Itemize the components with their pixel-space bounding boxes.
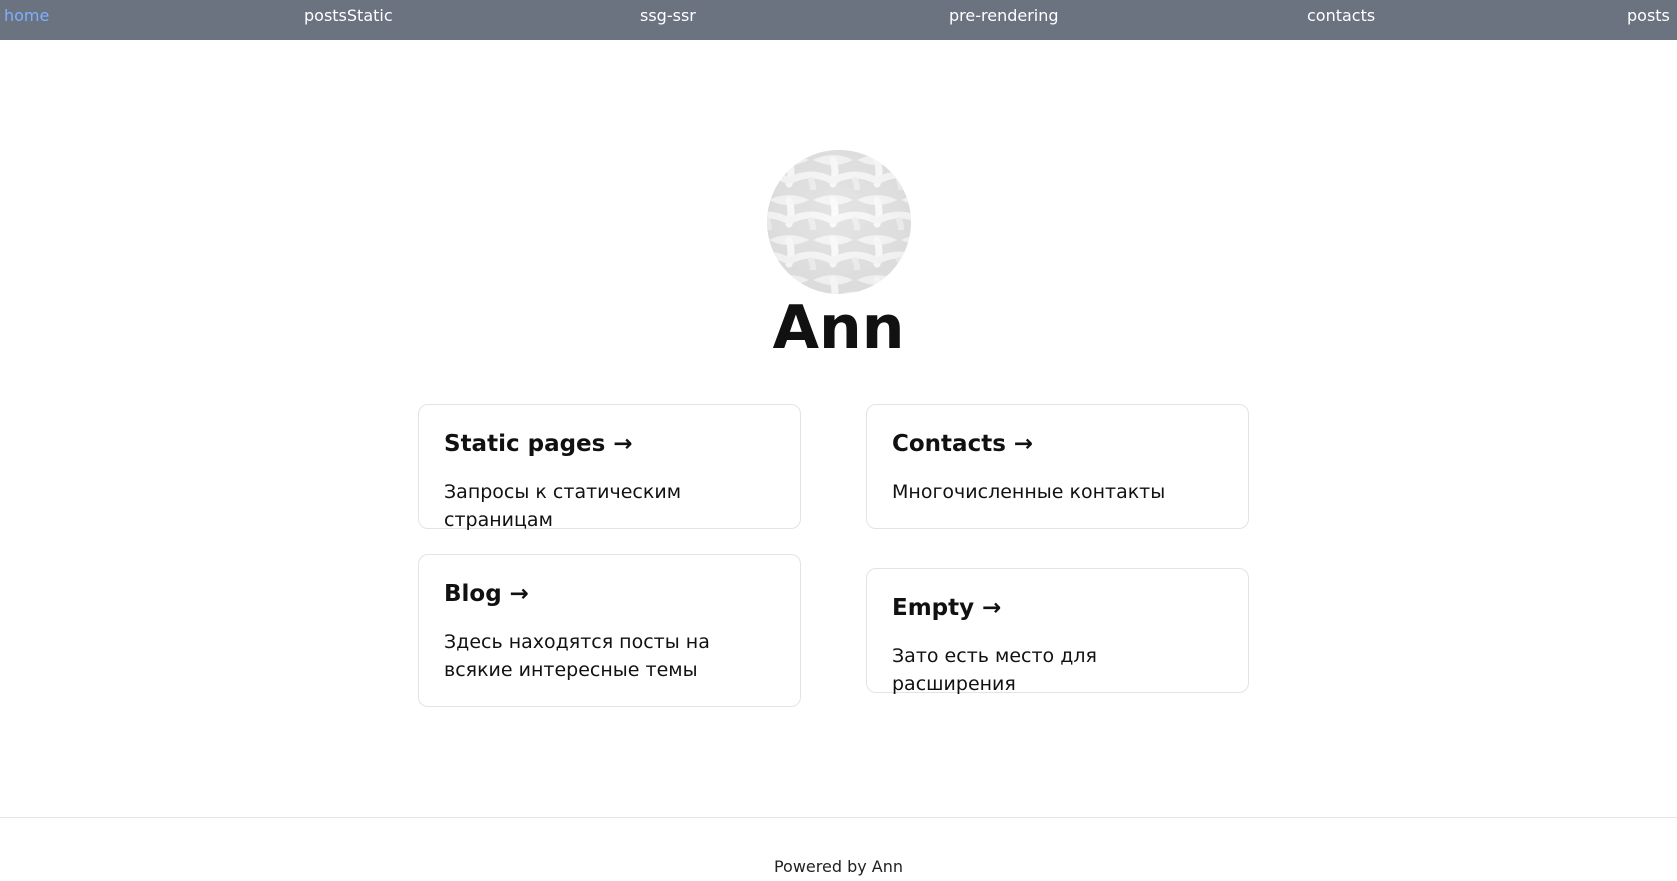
footer-divider xyxy=(0,817,1677,818)
card-static-pages[interactable]: Static pages → Запросы к статическим стр… xyxy=(418,404,801,531)
card-description: Запросы к статическим страницам xyxy=(444,480,682,532)
nav-link-home[interactable]: home xyxy=(4,6,49,25)
profile-header: Ann xyxy=(0,150,1677,358)
footer-text: Powered by Ann xyxy=(773,857,904,876)
card-blog[interactable]: Blog → Здесь находятся посты на всякие и… xyxy=(418,554,801,707)
card-empty[interactable]: Empty → Зато есть место для расширения xyxy=(866,568,1249,695)
woven-pattern-icon xyxy=(766,150,911,294)
card-description: Многочисленные контакты xyxy=(892,480,1166,503)
footer: Powered by Ann xyxy=(0,857,1677,876)
nav-link-posts[interactable]: posts xyxy=(1627,6,1670,25)
profile-name: Ann xyxy=(772,293,905,363)
card-contacts[interactable]: Contacts → Многочисленные контакты xyxy=(866,404,1249,529)
nav-link-contacts[interactable]: contacts xyxy=(1307,6,1375,25)
card-title: Contacts → xyxy=(892,431,1034,457)
nav-link-ssg-ssr[interactable]: ssg-ssr xyxy=(640,6,696,25)
nav-link-posts-static[interactable]: postsStatic xyxy=(304,6,393,25)
card-description: Зато есть место для расширения xyxy=(892,644,1097,696)
profile-avatar xyxy=(766,150,911,294)
card-title: Static pages → xyxy=(444,431,633,457)
card-title: Empty → xyxy=(892,595,1002,621)
card-description: Здесь находятся посты на всякие интересн… xyxy=(444,630,710,682)
nav-link-pre-rendering[interactable]: pre-rendering xyxy=(949,6,1059,25)
top-navigation: home postsStatic ssg-ssr pre-rendering c… xyxy=(0,0,1677,40)
card-title: Blog → xyxy=(444,581,529,607)
